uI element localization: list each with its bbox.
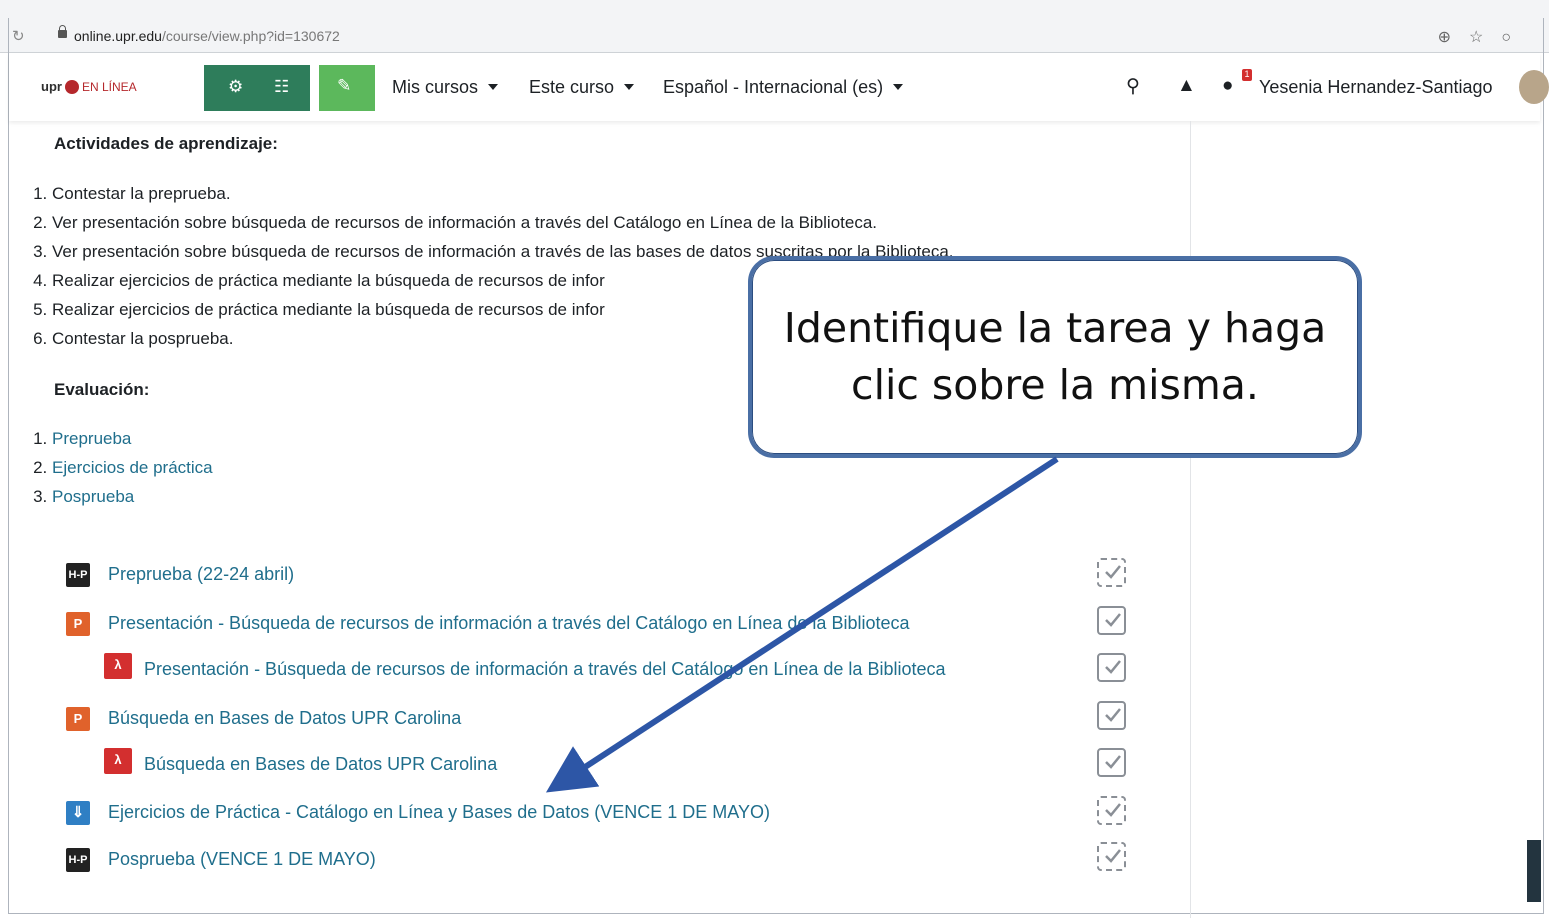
arrow-line xyxy=(545,456,1059,793)
tutorial-arrow xyxy=(545,456,1059,793)
